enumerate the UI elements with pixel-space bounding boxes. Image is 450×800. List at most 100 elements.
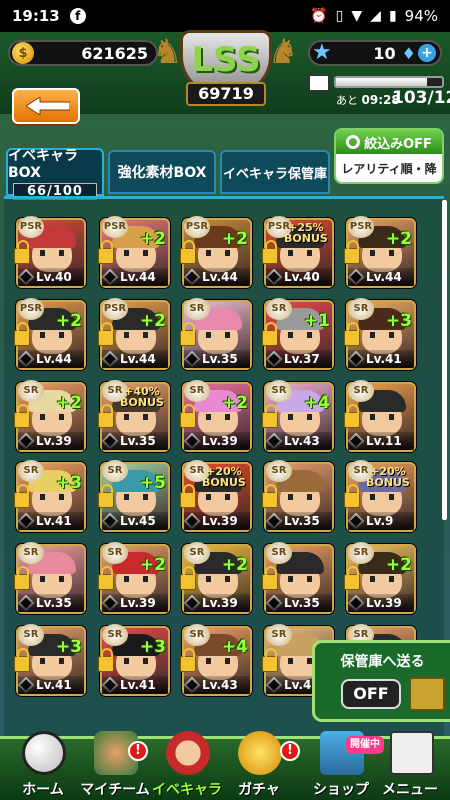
level-label: Lv.41 bbox=[348, 350, 414, 368]
level-label: Lv.35 bbox=[102, 432, 168, 450]
level-label: Lv.40 bbox=[266, 268, 332, 286]
send-to-storage-toggle[interactable]: OFF bbox=[341, 679, 401, 709]
rarity-badge: SR bbox=[348, 380, 374, 402]
app-screen: 19:13 f ⏰ ▯ ▼ ◢ ▮ 94% $ 621625 ♞ ♞ LSS 6… bbox=[0, 0, 450, 800]
lock-icon bbox=[262, 566, 278, 590]
level-label: Lv.37 bbox=[266, 350, 332, 368]
sort-order[interactable]: レアリティ順・降順 bbox=[336, 154, 442, 182]
send-to-storage-panel: 保管庫へ送る OFF bbox=[312, 640, 450, 722]
lock-icon bbox=[344, 404, 360, 428]
character-eyes bbox=[40, 332, 64, 338]
level-label: Lv.39 bbox=[102, 594, 168, 612]
filter-toggle[interactable]: 絞込みOFF bbox=[336, 130, 442, 154]
tab-event-chara-box[interactable]: イベキャラBOX 66/100 bbox=[6, 147, 104, 200]
character-eyes bbox=[288, 576, 312, 582]
character-card[interactable]: SR Lv.39 +2 bbox=[180, 380, 252, 452]
add-stars-button[interactable]: + bbox=[418, 44, 436, 62]
rank-score: 69719 bbox=[186, 82, 266, 106]
level-label: Lv.39 bbox=[184, 432, 250, 450]
coin-counter[interactable]: $ 621625 bbox=[8, 40, 158, 66]
bonus-plus: +5 bbox=[139, 473, 166, 493]
rarity-badge: PSR bbox=[18, 298, 44, 320]
bonus-plus: +4 bbox=[221, 637, 248, 657]
character-card[interactable]: SR Lv.39 +2 bbox=[98, 542, 170, 614]
star-counter[interactable]: ★ 10 ♦ + bbox=[308, 40, 442, 66]
tab-material-box[interactable]: 強化素材BOX bbox=[108, 150, 216, 194]
lock-icon bbox=[14, 240, 30, 264]
character-card[interactable]: SR Lv.39 +2 bbox=[180, 542, 252, 614]
character-eyes bbox=[40, 576, 64, 582]
character-card[interactable]: SR Lv.35 bbox=[180, 298, 252, 370]
character-card[interactable]: SR Lv.35 bbox=[262, 542, 334, 614]
character-card[interactable]: PSR Lv.40 +25% BONUS bbox=[262, 216, 334, 288]
rank-emblem[interactable]: ♞ ♞ LSS 69719 bbox=[148, 26, 304, 118]
filter-label: 絞込みOFF bbox=[364, 136, 432, 152]
storage-box-icon bbox=[409, 677, 445, 711]
character-card[interactable]: SR Lv.35 bbox=[14, 542, 86, 614]
back-button[interactable] bbox=[12, 88, 80, 124]
star-icon: ★ bbox=[312, 40, 332, 65]
character-card[interactable]: SR Lv.41 +3 bbox=[14, 624, 86, 696]
character-card[interactable]: PSR Lv.40 bbox=[14, 216, 86, 288]
status-time: 19:13 bbox=[12, 7, 60, 25]
lock-icon bbox=[98, 322, 114, 346]
gacha-icon bbox=[238, 731, 282, 775]
character-card[interactable]: PSR Lv.44 +2 bbox=[98, 216, 170, 288]
battery-icon: ▮ bbox=[388, 8, 397, 24]
character-card[interactable]: SR Lv.41 +3 bbox=[344, 298, 416, 370]
level-label: Lv.39 bbox=[18, 432, 84, 450]
bonus-plus: +2 bbox=[55, 393, 82, 413]
level-label: Lv.44 bbox=[348, 268, 414, 286]
character-card[interactable]: PSR Lv.44 +2 bbox=[14, 298, 86, 370]
rarity-badge: PSR bbox=[102, 298, 128, 320]
rarity-badge: SR bbox=[266, 624, 292, 646]
bonus-plus: +3 bbox=[385, 311, 412, 331]
lock-icon bbox=[180, 484, 196, 508]
character-card[interactable]: SR Lv.43 +4 bbox=[180, 624, 252, 696]
character-eyes bbox=[124, 250, 148, 256]
bonus-plus: +4 bbox=[303, 393, 330, 413]
menu-icon bbox=[390, 731, 434, 775]
character-card[interactable]: SR Lv.43 +4 bbox=[262, 380, 334, 452]
character-card[interactable]: PSR Lv.44 +2 bbox=[344, 216, 416, 288]
character-card[interactable]: SR Lv.11 bbox=[344, 380, 416, 452]
character-card[interactable]: SR Lv.35 bbox=[262, 460, 334, 532]
tab-label: イベキャラBOX bbox=[8, 147, 78, 181]
rarity-badge: SR bbox=[184, 380, 210, 402]
character-card[interactable]: SR Lv.37 +1 bbox=[262, 298, 334, 370]
character-card[interactable]: PSR Lv.44 +2 bbox=[180, 216, 252, 288]
tab-event-chara-storage[interactable]: イベキャラ保管庫 bbox=[220, 150, 330, 194]
character-card[interactable]: SR Lv.39 +20% BONUS bbox=[180, 460, 252, 532]
character-card[interactable]: SR Lv.35 +40% BONUS bbox=[98, 380, 170, 452]
rarity-badge: SR bbox=[102, 542, 128, 564]
character-eyes bbox=[206, 332, 230, 338]
bonus-rate: +40% BONUS bbox=[120, 385, 164, 409]
stamina-timer-prefix: あと bbox=[336, 94, 358, 107]
character-eyes bbox=[40, 494, 64, 500]
rarity-badge: SR bbox=[266, 542, 292, 564]
bonus-plus: +2 bbox=[139, 229, 166, 249]
nav-gacha[interactable]: ! ガチャ bbox=[216, 731, 302, 800]
filter-sort-button[interactable]: 絞込みOFF レアリティ順・降順 bbox=[334, 128, 444, 184]
character-card[interactable]: SR Lv.39 +2 bbox=[344, 542, 416, 614]
character-card[interactable]: SR Lv.9 +20% BONUS bbox=[344, 460, 416, 532]
character-card[interactable]: SR Lv.39 +2 bbox=[14, 380, 86, 452]
bonus-rate: +25% BONUS bbox=[284, 221, 328, 245]
rarity-badge: SR bbox=[348, 298, 374, 320]
character-eyes bbox=[124, 414, 148, 420]
tab-label: イベキャラ保管庫 bbox=[222, 166, 327, 182]
character-card[interactable]: SR Lv.45 +5 bbox=[98, 460, 170, 532]
character-card[interactable]: SR Lv.41 +3 bbox=[14, 460, 86, 532]
character-eyes bbox=[288, 250, 312, 256]
lock-icon bbox=[262, 404, 278, 428]
bonus-rate: +20% BONUS bbox=[202, 465, 246, 489]
rarity-badge: PSR bbox=[348, 216, 374, 238]
scrollbar[interactable] bbox=[442, 200, 447, 520]
campaign-badge: 開催中 bbox=[346, 736, 384, 754]
character-card[interactable]: SR Lv.41 +3 bbox=[98, 624, 170, 696]
character-eyes bbox=[40, 658, 64, 664]
character-card[interactable]: PSR Lv.44 +2 bbox=[98, 298, 170, 370]
character-eyes bbox=[370, 494, 394, 500]
lock-icon bbox=[180, 648, 196, 672]
lock-icon bbox=[344, 322, 360, 346]
